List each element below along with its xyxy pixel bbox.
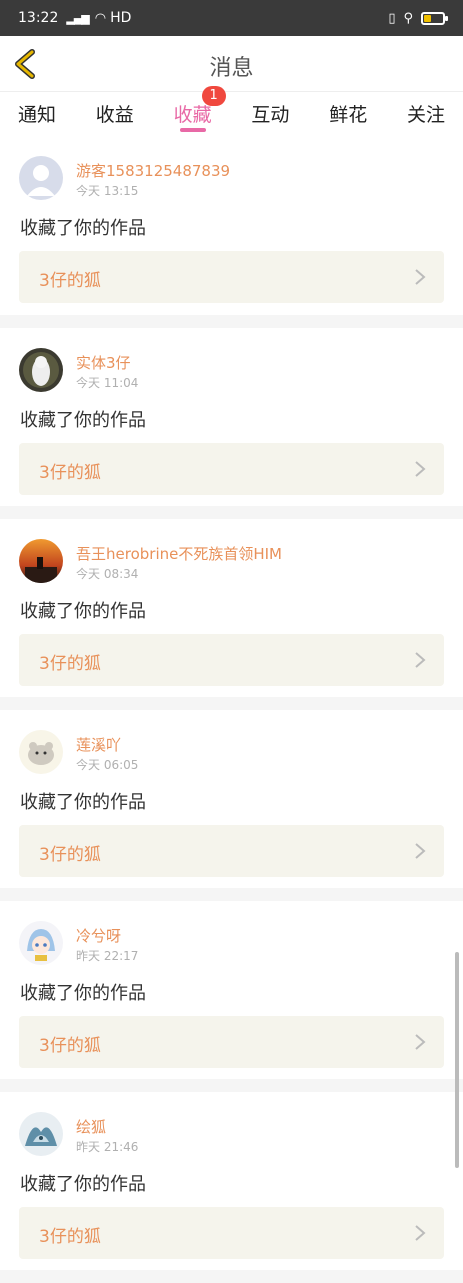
work-link[interactable]: 3仔的狐 [19,634,444,686]
hamster-avatar[interactable] [19,730,63,774]
action-text: 收藏了你的作品 [20,983,146,1004]
action-text: 收藏了你的作品 [20,218,146,239]
tab-bar: 通知 收益 收藏 1 互动 鲜花 关注 [0,86,463,136]
network-type: HD [110,10,132,26]
anime-girl-avatar[interactable] [19,921,63,965]
status-time: 13:22 [18,10,59,26]
white-fox-photo-avatar[interactable] [19,348,63,392]
tab-label: 收益 [95,104,134,126]
list-item: 实体3仔 今天 11:04 收藏了你的作品 3仔的狐 [0,328,463,506]
battery-icon [421,11,448,25]
tab-flowers[interactable]: 鲜花 [329,92,367,136]
tab-interaction[interactable]: 互动 [251,92,289,136]
message-time: 今天 11:04 [76,376,139,390]
chevron-right-icon [415,843,426,859]
list-item: 游客1583125487839 今天 13:15 收藏了你的作品 3仔的狐 [0,136,463,315]
work-link[interactable]: 3仔的狐 [19,825,444,877]
list-item: 冷兮呀 昨天 22:17 收藏了你的作品 3仔的狐 [0,901,463,1079]
message-time: 昨天 21:46 [76,1140,139,1154]
work-title: 3仔的狐 [39,1036,101,1056]
tab-follow[interactable]: 关注 [407,92,445,136]
action-text: 收藏了你的作品 [20,1174,146,1195]
sunset-scene-avatar[interactable] [19,539,63,583]
work-link[interactable]: 3仔的狐 [19,1207,444,1259]
work-title: 3仔的狐 [39,463,101,483]
wifi-icon: ◠ [94,10,107,26]
default-avatar-icon[interactable] [19,156,63,200]
tab-active-indicator [179,128,206,132]
work-link[interactable]: 3仔的狐 [19,251,444,303]
vibrate-icon: ▯ [388,10,396,26]
user-name[interactable]: 实体3仔 [76,352,131,373]
tab-income[interactable]: 收益 [96,92,134,136]
tab-label: 收藏 [173,104,212,126]
work-title: 3仔的狐 [39,845,101,865]
message-time: 今天 13:15 [76,184,139,198]
work-link[interactable]: 3仔的狐 [19,443,444,495]
work-title: 3仔的狐 [39,654,101,674]
user-name[interactable]: 莲溪吖 [76,734,121,755]
signal-icon: ▂▄▆ [66,11,89,25]
location-icon: ⚲ [403,10,413,26]
unread-badge: 1 [201,86,226,106]
chevron-right-icon [415,1034,426,1050]
tab-label: 互动 [251,104,290,126]
chevron-right-icon [415,652,426,668]
work-title: 3仔的狐 [39,1227,101,1247]
user-name[interactable]: 绘狐 [76,1116,106,1137]
chevron-right-icon [415,461,426,477]
message-list: 游客1583125487839 今天 13:15 收藏了你的作品 3仔的狐 实体… [0,136,463,1283]
action-text: 收藏了你的作品 [20,601,146,622]
list-item: 莲溪吖 今天 06:05 收藏了你的作品 3仔的狐 [0,710,463,888]
user-name[interactable]: 游客1583125487839 [76,160,230,181]
tab-label: 鲜花 [329,104,368,126]
action-text: 收藏了你的作品 [20,410,146,431]
list-item: 吾王herobrine不死族首领HIM 今天 08:34 收藏了你的作品 3仔的… [0,519,463,697]
tab-favorites[interactable]: 收藏 1 [173,86,226,136]
work-title: 3仔的狐 [39,271,101,291]
message-time: 昨天 22:17 [76,949,139,963]
action-text: 收藏了你的作品 [20,792,146,813]
tab-label: 关注 [406,104,445,126]
page-title: 消息 [209,56,254,81]
list-item: 绘狐 昨天 21:46 收藏了你的作品 3仔的狐 [0,1092,463,1270]
user-name[interactable]: 吾王herobrine不死族首领HIM [76,543,282,564]
status-bar: 13:22 ▂▄▆ ◠ HD ▯ ⚲ [0,0,463,36]
message-time: 今天 08:34 [76,567,139,581]
tab-notice[interactable]: 通知 [18,92,56,136]
chevron-right-icon [415,1225,426,1241]
message-time: 今天 06:05 [76,758,139,772]
chevron-right-icon [415,269,426,285]
work-link[interactable]: 3仔的狐 [19,1016,444,1068]
user-name[interactable]: 冷兮呀 [76,925,121,946]
scrollbar[interactable] [455,952,459,1168]
tab-label: 通知 [18,104,57,126]
blue-fox-avatar[interactable] [19,1112,63,1156]
header-bar: 消息 [0,36,463,92]
